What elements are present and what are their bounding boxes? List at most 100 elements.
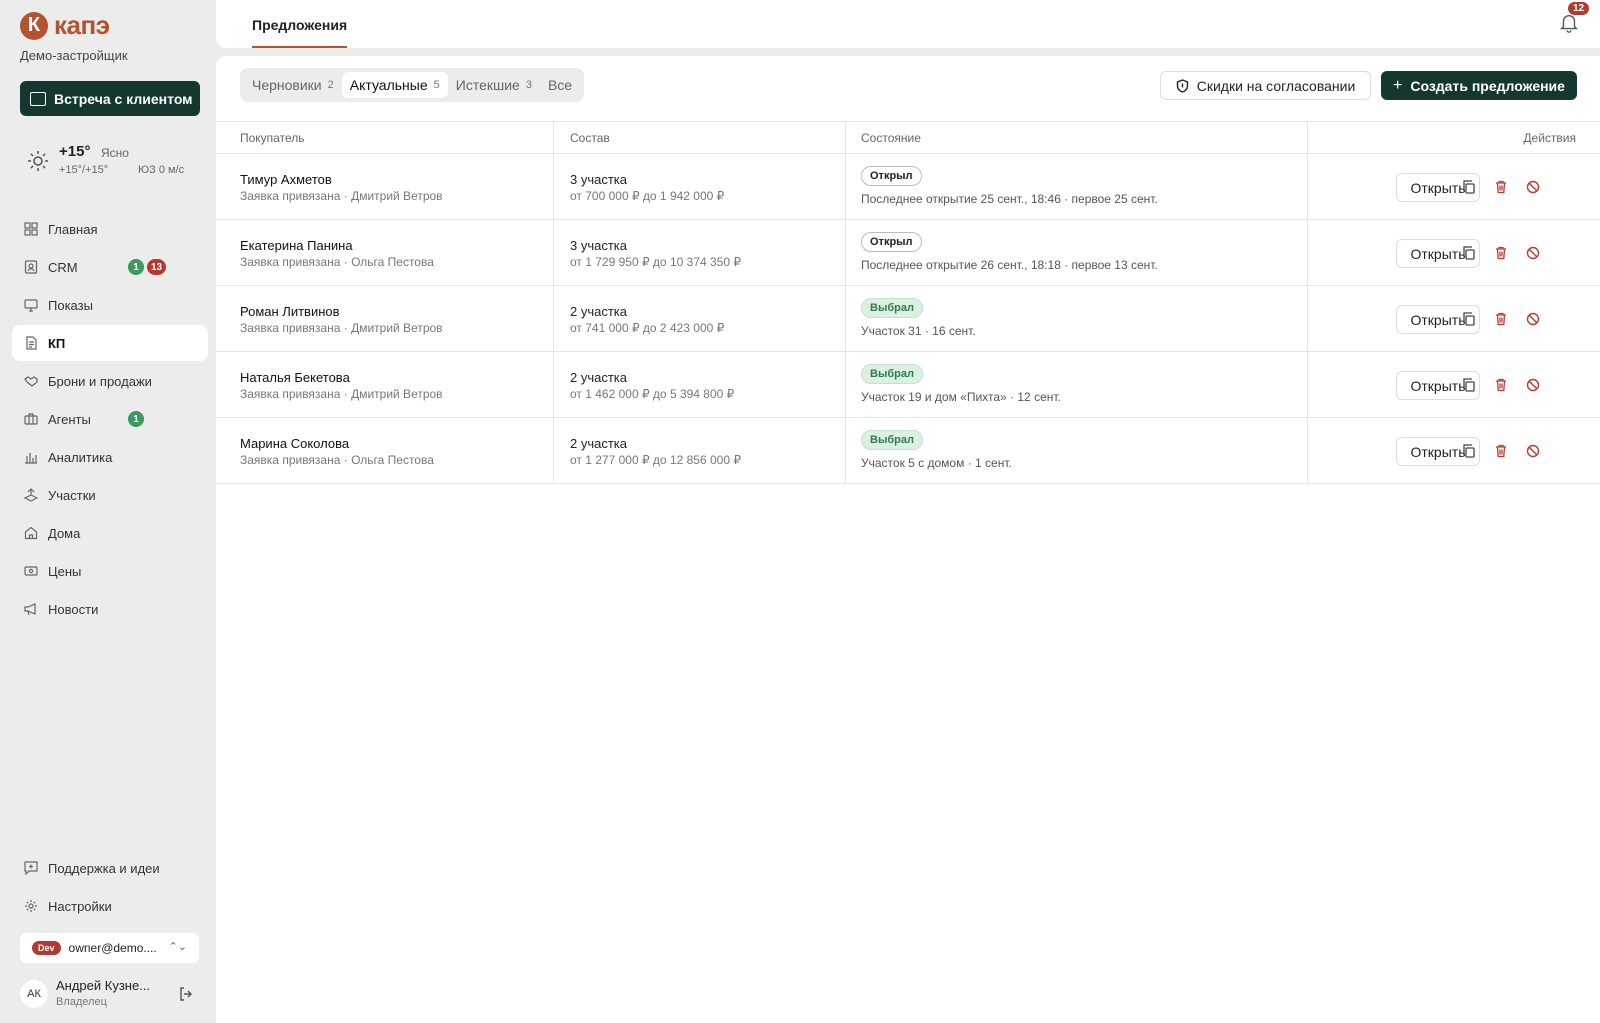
sidebar-item[interactable]: Аналитика xyxy=(12,439,208,475)
sidebar-item[interactable]: Цены xyxy=(12,553,208,589)
status-detail: Последнее открытие 25 сент., 18:46 · пер… xyxy=(861,192,1158,206)
table-header: Покупатель Состав Состояние Действия xyxy=(216,122,1600,154)
company-name: Демо-застройщик xyxy=(20,48,128,63)
presentation-icon xyxy=(30,91,46,106)
composition: 3 участка xyxy=(570,172,628,187)
plus-icon: + xyxy=(1393,76,1403,94)
shield-icon xyxy=(1176,78,1188,93)
sidebar-item-label: Главная xyxy=(48,221,98,237)
bar-chart-icon xyxy=(24,450,38,464)
copy-icon[interactable] xyxy=(1461,377,1477,393)
status-detail: Участок 19 и дом «Пихта» · 12 сент. xyxy=(861,390,1061,404)
copy-icon[interactable] xyxy=(1461,179,1477,195)
trash-icon[interactable] xyxy=(1493,311,1509,327)
buyer-name[interactable]: Марина Соколова xyxy=(240,436,349,451)
discounts-pending-button[interactable]: Скидки на согласовании xyxy=(1160,71,1371,100)
sidebar-item[interactable]: Брони и продажи xyxy=(12,363,208,399)
table-row: Наталья Бекетова Заявка привязана · Дмитр… xyxy=(216,352,1600,418)
sidebar-item[interactable]: CRM 1 13 xyxy=(12,249,208,285)
handshake-icon xyxy=(24,374,38,388)
table-row: Тимур Ахметов Заявка привязана · Дмитрий … xyxy=(216,154,1600,220)
count-badge: 13 xyxy=(147,259,167,275)
account-selector[interactable]: Dev owner@demo.... ⌃⌄ xyxy=(20,933,199,963)
monitor-icon xyxy=(24,298,38,312)
top-bar: Предложения 12 xyxy=(216,0,1600,48)
price-range: от 1 729 950 ₽ до 10 374 350 ₽ xyxy=(570,255,741,269)
logo-text: капэ xyxy=(54,10,110,40)
buyer-name[interactable]: Тимур Ахметов xyxy=(240,172,332,187)
block-icon[interactable] xyxy=(1525,245,1541,261)
trash-icon[interactable] xyxy=(1493,377,1509,393)
block-icon[interactable] xyxy=(1525,443,1541,459)
chevron-updown-icon: ⌃⌄ xyxy=(168,941,187,953)
filter-tab[interactable]: Истекшие 3 xyxy=(448,72,540,98)
buyer-subtitle: Заявка привязана · Дмитрий Ветров xyxy=(240,189,443,203)
filter-tab-label: Актуальные xyxy=(349,77,428,93)
column-divider xyxy=(553,121,554,484)
sidebar-item[interactable]: Показы xyxy=(12,287,208,323)
block-icon[interactable] xyxy=(1525,311,1541,327)
block-icon[interactable] xyxy=(1525,179,1541,195)
sidebar-item-label: Агенты xyxy=(48,411,91,427)
trash-icon[interactable] xyxy=(1493,245,1509,261)
column-divider xyxy=(1307,121,1308,484)
discounts-pending-label: Скидки на согласовании xyxy=(1196,77,1356,94)
count-badge: 1 xyxy=(128,259,144,275)
sidebar-item[interactable]: Агенты 1 xyxy=(12,401,208,437)
copy-icon[interactable] xyxy=(1461,245,1477,261)
buyer-subtitle: Заявка привязана · Ольга Пестова xyxy=(240,453,434,467)
logo[interactable]: К капэ xyxy=(20,10,110,41)
status-badge: Выбрал xyxy=(861,364,923,384)
price-range: от 1 462 000 ₽ до 5 394 800 ₽ xyxy=(570,387,735,401)
weather-range: +15°/+15° xyxy=(59,164,109,176)
trash-icon[interactable] xyxy=(1493,179,1509,195)
tab-offers[interactable]: Предложения xyxy=(252,17,348,48)
status-badge: Выбрал xyxy=(861,430,923,450)
buyer-name[interactable]: Екатерина Панина xyxy=(240,238,353,253)
filter-tab[interactable]: Черновики 2 xyxy=(244,72,342,98)
filter-tab-label: Черновики xyxy=(252,77,322,93)
composition: 2 участка xyxy=(570,370,628,385)
sidebar-item[interactable]: Новости xyxy=(12,591,208,627)
sidebar-item-label: Аналитика xyxy=(48,449,113,465)
sidebar-item[interactable]: КП xyxy=(12,325,208,361)
table-row: Екатерина Панина Заявка привязана · Ольга… xyxy=(216,220,1600,286)
count-badges: 1 xyxy=(128,411,144,427)
buyer-subtitle: Заявка привязана · Дмитрий Ветров xyxy=(240,387,443,401)
main-content: Черновики 2 Актуальные 5 Истекшие 3 Все Скидки… xyxy=(216,56,1600,1023)
sidebar-item-label: КП xyxy=(48,335,66,351)
profile-name: Андрей Кузне... xyxy=(56,978,151,993)
sidebar-item[interactable]: Настройки xyxy=(12,888,208,924)
create-offer-button[interactable]: + Создать предложение xyxy=(1381,71,1577,100)
status-badge: Выбрал xyxy=(861,298,923,318)
contact-icon xyxy=(24,260,38,274)
bell-icon[interactable] xyxy=(1558,12,1580,34)
copy-icon[interactable] xyxy=(1461,311,1477,327)
sidebar-item-label: Показы xyxy=(48,297,93,313)
sidebar-item-label: Настройки xyxy=(48,898,112,914)
table-row: Марина Соколова Заявка привязана · Ольга … xyxy=(216,418,1600,484)
sidebar-item[interactable]: Участки xyxy=(12,477,208,513)
sidebar-item-label: Дома xyxy=(48,525,81,541)
buyer-name[interactable]: Роман Литвинов xyxy=(240,304,340,319)
megaphone-icon xyxy=(24,602,38,616)
composition: 2 участка xyxy=(570,436,628,451)
document-icon xyxy=(24,336,38,350)
sidebar-item[interactable]: Главная xyxy=(12,211,208,247)
logout-icon[interactable] xyxy=(178,986,194,1002)
composition: 3 участка xyxy=(570,238,628,253)
filter-tab[interactable]: Актуальные 5 xyxy=(341,72,448,98)
block-icon[interactable] xyxy=(1525,377,1541,393)
logo-mark: К xyxy=(20,11,48,40)
trash-icon[interactable] xyxy=(1493,443,1509,459)
copy-icon[interactable] xyxy=(1461,443,1477,459)
meet-client-button[interactable]: Встреча с клиентом xyxy=(20,81,200,116)
buyer-name[interactable]: Наталья Бекетова xyxy=(240,370,350,385)
weather-wind: ЮЗ 0 м/с xyxy=(138,164,185,176)
filter-tab[interactable]: Все xyxy=(540,72,580,98)
sidebar-item[interactable]: Дома xyxy=(12,515,208,551)
sidebar-item[interactable]: Поддержка и идеи xyxy=(12,850,208,886)
column-header-buyer: Покупатель xyxy=(240,131,305,145)
status-detail: Участок 5 с домом · 1 сент. xyxy=(861,456,1012,470)
briefcase-icon xyxy=(24,412,38,426)
